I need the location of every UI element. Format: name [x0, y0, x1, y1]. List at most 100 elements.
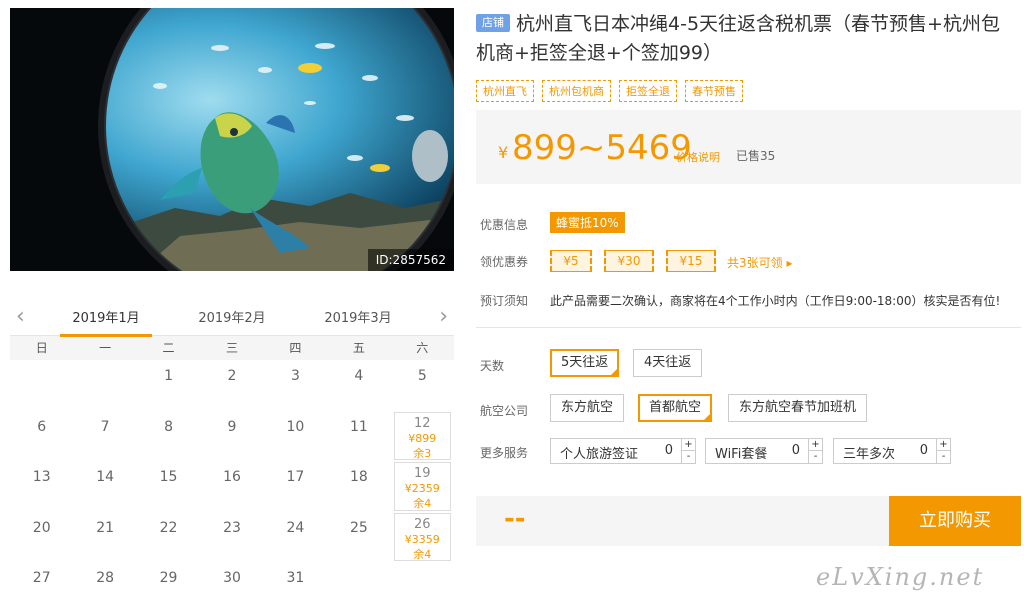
plus-icon[interactable]: +	[682, 439, 695, 451]
weekday-wed: 三	[225, 341, 238, 355]
calendar-day: 25	[327, 512, 390, 563]
days-label: 天数	[480, 359, 505, 373]
day-number: 6	[37, 418, 47, 435]
porthole-fish-image	[10, 8, 454, 271]
calendar-day: 21	[73, 512, 136, 563]
day-number: 31	[286, 570, 305, 586]
wifi-stepper[interactable]: WiFi套餐 0 + -	[705, 438, 823, 464]
weekday-sat: 六	[416, 341, 429, 355]
option-china-eastern[interactable]: 东方航空	[550, 394, 625, 422]
calendar-day: 22	[137, 512, 200, 563]
minus-icon[interactable]: -	[809, 451, 822, 463]
price-box: ¥ 899~5469 价格说明 已售35	[476, 110, 1021, 184]
site-watermark: eLvXing.net	[816, 563, 985, 591]
calendar-day: 28	[73, 562, 136, 612]
day-number: 12	[414, 415, 431, 431]
coupon-15[interactable]: ¥15	[666, 250, 716, 272]
calendar-day-available[interactable]: 26 ¥3359 余4	[393, 512, 451, 561]
weekday-header: 日 一 二 三 四 五 六	[10, 336, 454, 360]
multi-entry-stepper[interactable]: 三年多次 0 + -	[833, 438, 951, 464]
month-tab-jan[interactable]: 2019年1月	[60, 307, 152, 337]
minus-icon[interactable]: -	[937, 451, 950, 463]
product-photo: ID:2857562	[10, 8, 454, 271]
option-china-eastern-extra[interactable]: 东方航空春节加班机	[728, 394, 868, 422]
product-title-block: 店铺 杭州直飞日本冲绳4-5天往返含税机票（春节预售+杭州包机商+拒签全退+个签加…	[476, 10, 1016, 68]
product-tags: 杭州直飞 杭州包机商 拒签全退 春节预售	[476, 80, 743, 102]
stepper-label: WiFi套餐	[715, 447, 768, 462]
visa-stepper[interactable]: 个人旅游签证 0 + -	[550, 438, 696, 464]
buy-bar: -- 立即购买	[476, 496, 1021, 546]
calendar-day-available[interactable]: 19 ¥2359 余4	[393, 462, 451, 511]
day-price: ¥3359	[404, 532, 440, 546]
promo-label: 优惠信息	[480, 218, 529, 232]
booking-notice: 此产品需要二次确认，商家将在4个工作小时内（工作日9:00-18:00）核实是否…	[550, 294, 1001, 308]
calendar-day: 20	[10, 512, 73, 563]
prev-month-arrow-icon[interactable]: ‹	[16, 304, 25, 329]
option-capital-airlines[interactable]: 首都航空	[638, 394, 713, 422]
day-number: 24	[286, 519, 305, 536]
next-month-arrow-icon[interactable]: ›	[439, 304, 448, 329]
calendar-day: 10	[264, 411, 327, 462]
day-number: 13	[32, 469, 51, 485]
day-number: 22	[159, 519, 178, 536]
buy-now-button[interactable]: 立即购买	[889, 496, 1021, 546]
day-number: 17	[286, 469, 305, 485]
calendar-day: 5	[391, 360, 454, 411]
stepper-value: 0	[664, 443, 673, 458]
day-number: 7	[100, 418, 110, 435]
day-price: ¥899	[408, 431, 437, 445]
stepper-buttons: + -	[808, 439, 822, 463]
calendar-day: 11	[327, 411, 390, 462]
day-number: 25	[349, 519, 368, 536]
coupon-more-link[interactable]: 共3张可领 ▸	[727, 254, 792, 271]
sold-count: 已售35	[736, 149, 776, 163]
day-number: 26	[414, 516, 431, 532]
day-number: 29	[159, 570, 178, 586]
calendar-day: 2	[200, 360, 263, 411]
calendar-day: 4	[327, 360, 390, 411]
day-number: 28	[96, 570, 115, 586]
price-calendar: ‹ 2019年1月 2019年2月 2019年3月 › 日 一 二 三 四 五 …	[10, 298, 454, 612]
plus-icon[interactable]: +	[937, 439, 950, 451]
stepper-buttons: + -	[936, 439, 950, 463]
day-number: 18	[349, 469, 368, 485]
coupon-5[interactable]: ¥5	[550, 250, 592, 272]
day-number: 30	[223, 570, 241, 586]
weekday-thu: 四	[289, 341, 302, 355]
calendar-day: 1	[137, 360, 200, 411]
calendar-day: 6	[10, 411, 73, 462]
month-tab-feb[interactable]: 2019年2月	[186, 307, 278, 326]
day-number: 1	[164, 368, 174, 384]
day-number: 14	[96, 469, 115, 485]
calendar-day: 7	[73, 411, 136, 462]
coupon-label: 领优惠券	[480, 255, 529, 269]
minus-icon[interactable]: -	[682, 451, 695, 463]
calendar-day-available[interactable]: 12 ¥899 余3	[393, 411, 451, 460]
calendar-month-nav: ‹ 2019年1月 2019年2月 2019年3月 ›	[10, 298, 454, 337]
calendar-day: 27	[10, 562, 73, 612]
month-tab-mar[interactable]: 2019年3月	[312, 307, 404, 326]
day-number: 11	[349, 418, 368, 435]
calendar-day: 17	[264, 461, 327, 512]
option-4-days[interactable]: 4天往返	[633, 349, 703, 377]
calendar-day: 16	[200, 461, 263, 512]
day-number: 15	[159, 469, 178, 485]
calendar-day: 31	[264, 562, 327, 612]
honey-discount-badge: 蜂蜜抵10%	[550, 212, 625, 233]
calendar-day: 18	[327, 461, 390, 512]
plus-icon[interactable]: +	[809, 439, 822, 451]
day-number: 23	[223, 519, 241, 536]
airline-label: 航空公司	[480, 404, 529, 418]
option-5-days[interactable]: 5天往返	[550, 349, 620, 377]
calendar-day: 24	[264, 512, 327, 563]
stepper-buttons: + -	[681, 439, 695, 463]
price-range: 899~5469	[512, 128, 692, 168]
calendar-day: 8	[137, 411, 200, 462]
weekday-sun: 日	[35, 341, 48, 355]
notice-label: 预订须知	[480, 294, 529, 308]
price-explain-link[interactable]: 价格说明	[676, 149, 720, 165]
stepper-value: 0	[919, 443, 928, 458]
day-stock: 余3	[413, 446, 432, 460]
coupon-30[interactable]: ¥30	[604, 250, 654, 272]
calendar-empty-cell	[10, 360, 73, 411]
